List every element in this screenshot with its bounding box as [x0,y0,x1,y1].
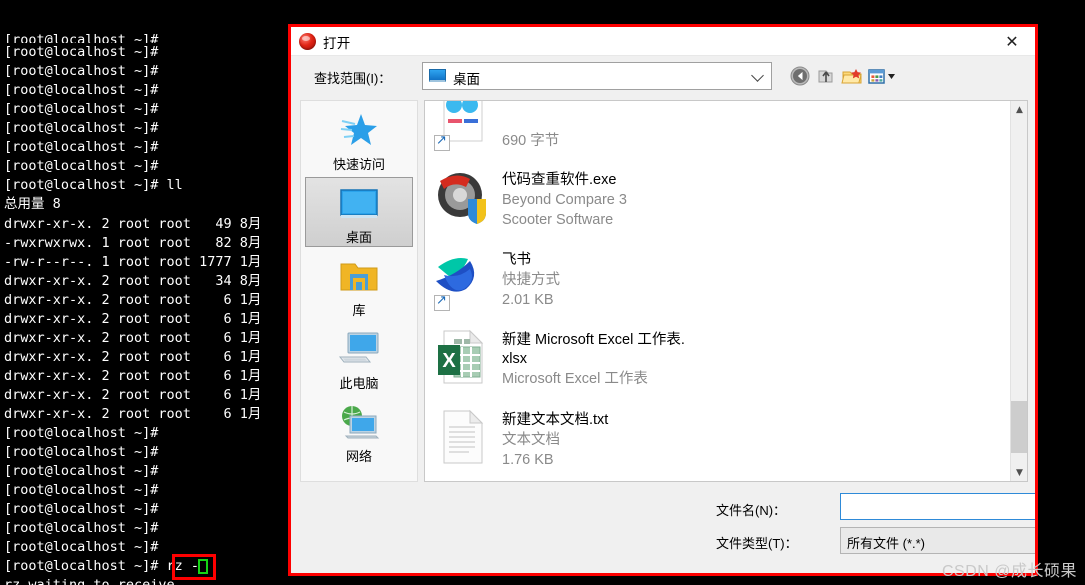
star-icon [339,110,379,150]
open-file-dialog[interactable]: 打开 ✕ 查找范围(I)： 桌面 快速访问 桌面 库 此电脑 网络 ↗ 690 … [291,27,1035,573]
file-name: 代码查重软件.exe [502,172,617,188]
place-item-4[interactable]: 此电脑 [305,323,413,393]
dialog-title: 打开 [323,36,351,51]
lookin-row: 查找范围(I)： 桌面 [291,56,1035,98]
file-detail-1: 快捷方式 [502,272,560,288]
this-pc-icon [336,329,382,369]
file-list-item[interactable]: 690 字节 [425,101,1010,163]
lookin-label: 查找范围(I)： [314,71,392,86]
place-item-2[interactable]: 桌面 [305,177,413,247]
place-item-5[interactable]: 网络 [305,396,413,466]
file-meta: 新建 Microsoft Excel 工作表. xlsx Microsoft Exc… [496,329,685,403]
places-sidebar[interactable]: 快速访问桌面库此电脑网络 [300,100,418,482]
file-detail-2: Microsoft Excel 工作表 [502,371,648,387]
scrollbar-thumb[interactable] [1011,401,1027,453]
place-item-label: 此电脑 [339,376,379,391]
text-document-icon [434,409,496,475]
file-meta: 飞书快捷方式 2.01 KB [496,249,560,323]
place-item-label: 桌面 [345,230,372,245]
filename-input[interactable] [840,493,1035,520]
file-meta: 新建文本文档.txt 文本文档 1.76 KB [496,409,609,481]
filename-label: 文件名(N)： [716,503,787,518]
file-list-scrollbar[interactable]: ▲ ▼ [1010,101,1027,481]
file-detail-1: Beyond Compare 3 [502,192,627,208]
place-item-1[interactable]: 快速访问 [305,104,413,174]
file-list-item[interactable]: 飞书快捷方式 2.01 KB [425,243,1010,323]
file-list-items: 690 字节代码查重软件.exe Beyond Compare 3 Scooter … [425,101,1010,481]
file-meta: 代码查重软件.exe Beyond Compare 3 Scooter Softwa… [496,169,627,243]
lookin-value: 桌面 [453,72,480,87]
file-name: 新建文本文档.txt [502,412,609,428]
library-folder-icon [337,256,381,296]
feishu-icon [434,249,496,315]
scroll-down-icon[interactable]: ▼ [1011,464,1027,481]
filetype-label: 文件类型(T)： [716,536,798,551]
view-mode-icon[interactable] [866,64,900,88]
file-list-item[interactable]: X 新建 Microsoft Excel 工作表. xlsx Microsoft Ex… [425,323,1010,403]
terminal-line: rz waiting to receive. [4,576,1085,585]
filetype-value: 所有文件 (*.*) [847,536,926,551]
file-detail-2: Scooter Software [502,212,614,228]
lookin-combobox[interactable]: 桌面 [422,62,772,90]
place-item-label: 网络 [345,449,372,464]
filetype-select[interactable]: 所有文件 (*.*) [840,527,1035,554]
watermark: CSDN @成长硕果 [941,563,1077,580]
shortcut-overlay-icon [434,133,450,151]
close-icon[interactable]: ✕ [989,27,1035,56]
beyond-compare-icon [434,169,496,235]
screen: [root@localhost ~]# [root@localhost ~]# [r… [0,0,1085,585]
file-name: 飞书 [502,252,531,268]
file-list-item[interactable]: 新建文本文档.txt 文本文档 1.76 KB [425,403,1010,481]
back-icon[interactable] [788,64,812,88]
terminal-cursor [198,559,208,574]
file-list-item[interactable]: 代码查重软件.exe Beyond Compare 3 Scooter Softwa… [425,163,1010,243]
file-detail-1: 文本文档 [502,432,560,448]
shortcut-generic-icon [434,101,496,155]
file-detail-2: 690 字节 [502,133,560,149]
file-list[interactable]: 690 字节代码查重软件.exe Beyond Compare 3 Scooter … [424,100,1028,482]
place-item-3[interactable]: 库 [305,250,413,320]
dialog-titlebar[interactable]: 打开 ✕ [291,27,1035,56]
desktop-icon [337,184,381,223]
new-folder-icon[interactable] [840,64,864,88]
up-one-level-icon[interactable] [814,64,838,88]
scroll-up-icon[interactable]: ▲ [1011,101,1027,118]
file-detail-2: 1.76 KB [502,452,554,468]
desktop-icon [429,69,446,82]
network-icon [336,402,382,442]
open-dialog-annotation-frame: 打开 ✕ 查找范围(I)： 桌面 快速访问 桌面 库 此电脑 网络 ↗ 690 … [288,24,1038,576]
file-name: 新建 Microsoft Excel 工作表. [502,332,685,348]
shortcut-overlay-icon [434,293,450,311]
chevron-down-icon[interactable] [751,69,764,82]
svg-text:X: X [442,350,456,372]
excel-icon: X [434,329,496,395]
file-meta: 690 字节 [496,101,560,163]
place-item-label: 库 [352,303,366,318]
app-icon [299,33,316,50]
place-item-label: 快速访问 [332,157,385,172]
file-detail-2: 2.01 KB [502,292,554,308]
file-detail-1: xlsx [502,351,527,367]
